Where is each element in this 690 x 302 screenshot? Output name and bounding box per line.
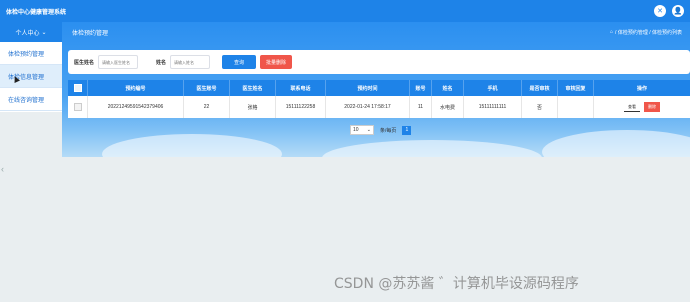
page-title: 体检预约管理 (72, 30, 109, 37)
sidebar-item-consult[interactable]: 在线咨询管理 (0, 88, 62, 111)
cell-account: 11 (410, 96, 432, 118)
sidebar-item-exam-info[interactable]: 体检信息管理 (0, 65, 62, 88)
table-header: 预约编号 医生账号 医生姓名 联系电话 预约时间 账号 姓名 手机 是否审核 审… (68, 80, 690, 96)
name-input[interactable] (170, 55, 211, 69)
column-header[interactable]: 预约时间 (326, 80, 410, 96)
appointment-table: 预约编号 医生账号 医生姓名 联系电话 预约时间 账号 姓名 手机 是否审核 审… (68, 80, 690, 118)
page-size-value: 10 (353, 127, 359, 133)
cell-mobile: 15111111111 (464, 96, 522, 118)
query-button[interactable]: 查询 (222, 55, 257, 69)
doctor-name-label: 医生姓名 (74, 59, 95, 66)
column-header[interactable]: 医生账号 (184, 80, 230, 96)
search-bar: 医生姓名 姓名 查询 批量删除 (68, 50, 690, 74)
sidebar-item-appointment[interactable]: 体检预约管理 (0, 42, 62, 65)
per-page-label: 条/每页 (380, 127, 397, 134)
select-all-checkbox[interactable] (73, 84, 82, 92)
close-icon[interactable]: ✕ (654, 5, 666, 17)
top-actions: ✕ 👤 (654, 5, 684, 17)
user-center-label: 个人中心 (15, 30, 40, 37)
row-select-cell (68, 96, 88, 118)
cell-reviewed: 否 (522, 96, 558, 118)
column-header[interactable]: 姓名 (432, 80, 464, 96)
cell-actions: 查看 删除 (594, 96, 690, 118)
home-icon[interactable]: ⌂ (610, 29, 613, 35)
batch-delete-button[interactable]: 批量删除 (260, 55, 293, 69)
column-header[interactable]: 预约编号 (88, 80, 184, 96)
cell-name: 水电费 (432, 96, 464, 118)
doctor-name-input[interactable] (98, 55, 139, 69)
chevron-down-icon: ⌄ (366, 127, 371, 133)
sidebar-user-center[interactable]: 个人中心 ⌄ (0, 22, 62, 42)
cell-phone: 15111122258 (276, 96, 326, 118)
name-label: 姓名 (156, 59, 167, 66)
sidebar: 个人中心 ⌄ 体检预约管理 体检信息管理 在线咨询管理 (0, 22, 62, 112)
breadcrumb: ⌂ / 体检预约管理 / 体检预约列表 (610, 29, 682, 36)
chevron-down-icon: ⌄ (41, 29, 47, 36)
cloud-decoration (102, 134, 282, 157)
cell-time: 2022-01-24 17:58:17 (326, 96, 410, 118)
select-all-cell (68, 80, 88, 96)
cell-doctor-name: 张格 (230, 96, 276, 118)
column-header: 操作 (636, 85, 647, 92)
column-header[interactable]: 手机 (464, 80, 522, 96)
user-icon[interactable]: 👤 (672, 5, 684, 17)
main-panel: 体检预约管理 ⌂ / 体检预约管理 / 体检预约列表 医生姓名 姓名 查询 批量… (62, 22, 690, 157)
table-row: 20221249591542379406 22 张格 15111122258 2… (68, 96, 690, 118)
page-size-select[interactable]: 10 ⌄ (350, 125, 374, 135)
breadcrumb-text: / 体检预约管理 / 体检预约列表 (615, 29, 682, 36)
main-header: 体检预约管理 ⌂ / 体检预约管理 / 体检预约列表 (62, 22, 690, 42)
top-bar: 体检中心健康管理系统 ✕ 👤 (0, 0, 690, 22)
cell-reply (558, 96, 594, 118)
watermark-text: CSDN @苏苏酱 ゛计算机毕设源码程序 (334, 276, 579, 292)
row-checkbox[interactable] (73, 103, 82, 111)
cell-appointment-id: 20221249591542379406 (88, 96, 184, 118)
column-header[interactable]: 是否审核 (522, 80, 558, 96)
page-number-current[interactable]: 1 (402, 125, 412, 135)
chevron-left-icon[interactable]: ‹ (1, 164, 4, 174)
column-header[interactable]: 账号 (410, 80, 432, 96)
column-header[interactable]: 联系电话 (276, 80, 326, 96)
cloud-decoration (322, 140, 542, 157)
column-header[interactable]: 医生姓名 (230, 80, 276, 96)
sidebar-item-label: 体检预约管理 (8, 51, 45, 58)
column-header[interactable]: 审核回复 (558, 80, 594, 96)
view-button[interactable]: 查看 (624, 102, 640, 112)
cloud-decoration (542, 130, 690, 157)
pagination: 10 ⌄ 条/每页 1 (350, 125, 412, 135)
cell-doctor-account: 22 (184, 96, 230, 118)
sidebar-item-label: 在线咨询管理 (8, 97, 45, 104)
delete-button[interactable]: 删除 (644, 102, 660, 112)
app-title: 体检中心健康管理系统 (6, 9, 67, 16)
